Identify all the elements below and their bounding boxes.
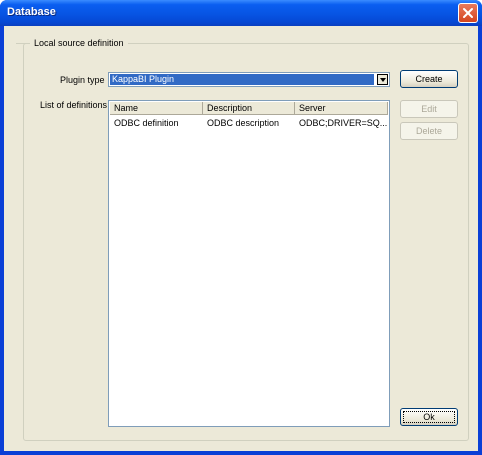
close-button[interactable] [458, 3, 478, 23]
create-button[interactable]: Create [400, 70, 458, 88]
database-dialog: Database Local source definition Plugin … [0, 0, 482, 455]
cell-server: ODBC;DRIVER=SQ... [299, 118, 388, 128]
window-title: Database [7, 6, 56, 18]
column-header-name[interactable]: Name [110, 102, 203, 115]
cell-name: ODBC definition [114, 118, 179, 128]
definitions-label: List of definitions [40, 100, 108, 110]
group-title: Local source definition [16, 38, 128, 48]
dialog-client-area: Local source definition Plugin type Kapp… [4, 26, 478, 451]
title-bar[interactable]: Database [0, 0, 482, 26]
plugin-type-label: Plugin type [60, 75, 105, 85]
column-header-server[interactable]: Server [295, 102, 388, 115]
ok-button[interactable]: Ok [400, 408, 458, 426]
chevron-down-icon[interactable] [377, 74, 388, 85]
list-header: Name Description Server [110, 102, 388, 115]
plugin-type-value: KappaBI Plugin [110, 74, 374, 85]
edit-button[interactable]: Edit [400, 100, 458, 118]
cell-description: ODBC description [207, 118, 280, 128]
list-item[interactable]: ODBC definition ODBC description ODBC;DR… [110, 117, 388, 129]
delete-button[interactable]: Delete [400, 122, 458, 140]
column-header-description[interactable]: Description [203, 102, 295, 115]
plugin-type-dropdown[interactable]: KappaBI Plugin [108, 72, 390, 87]
definitions-list[interactable]: Name Description Server ODBC definition … [108, 100, 390, 427]
